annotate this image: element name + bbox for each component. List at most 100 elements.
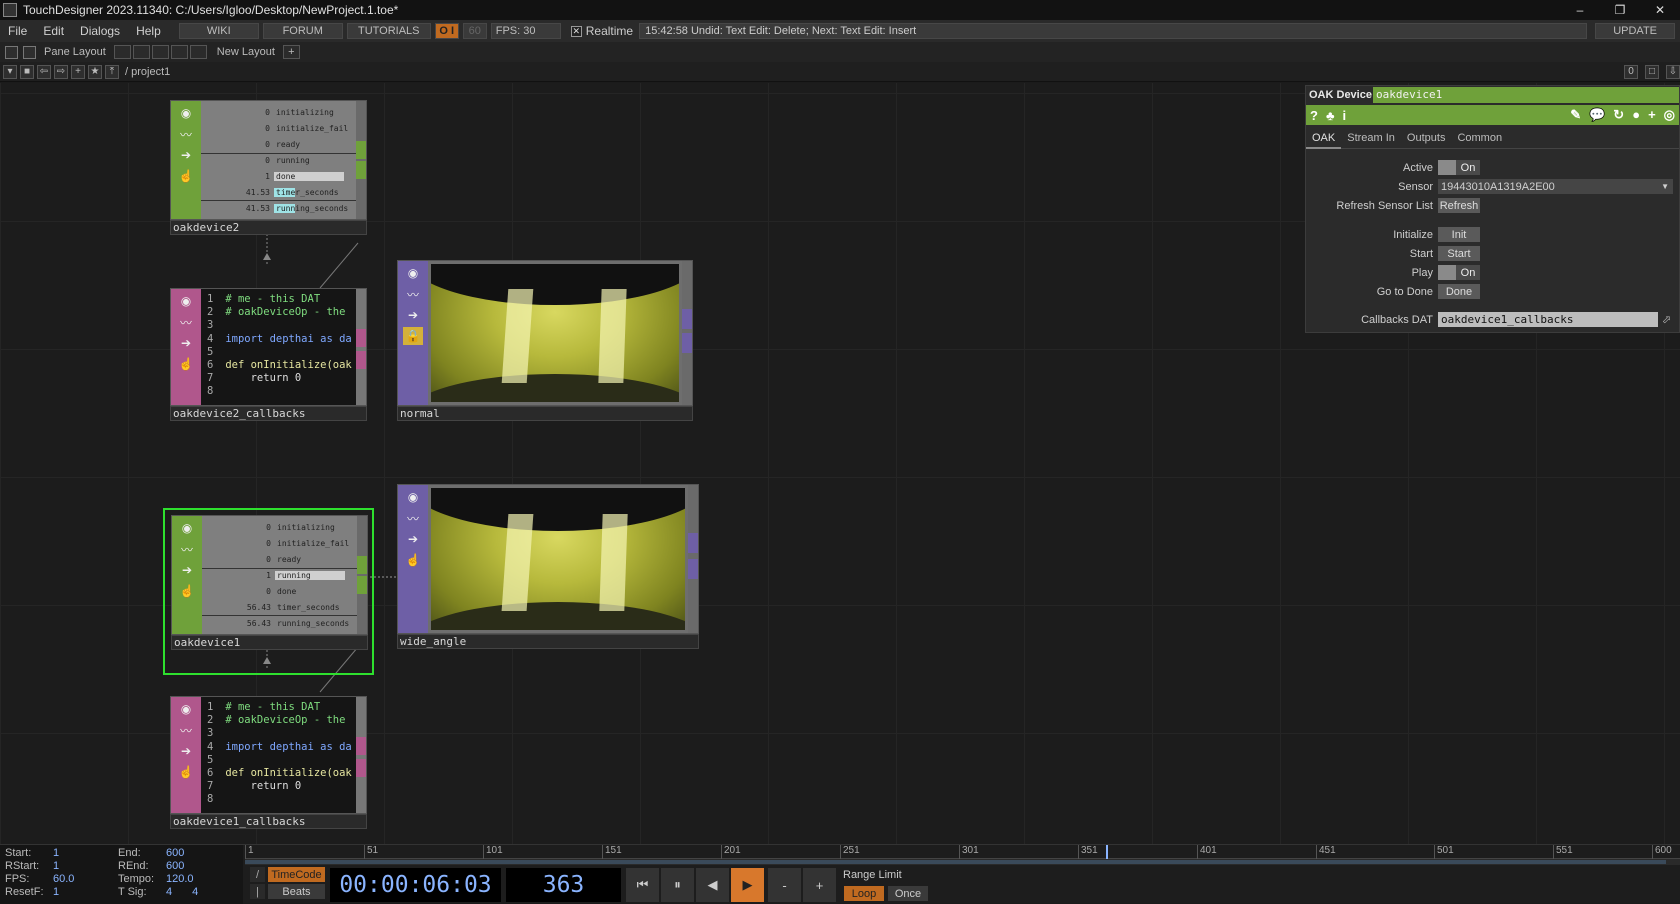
node-name[interactable]: wide_angle bbox=[397, 634, 699, 649]
menu-help[interactable]: Help bbox=[128, 24, 169, 38]
cook-icon[interactable]: 〰 bbox=[403, 285, 423, 303]
timeline-bar-icon[interactable]: | bbox=[250, 884, 265, 899]
timecode-display[interactable]: 00:00:06:03 bbox=[330, 868, 501, 902]
edit-icon[interactable]: ✎ bbox=[1570, 107, 1581, 123]
tab-outputs[interactable]: Outputs bbox=[1401, 127, 1452, 149]
comment-icon[interactable]: 💬 bbox=[1589, 107, 1605, 123]
tutorials-button[interactable]: TUTORIALS bbox=[346, 23, 431, 39]
viewer-icon[interactable]: ◉ bbox=[177, 519, 197, 537]
rstart-field[interactable]: 1 bbox=[53, 860, 59, 872]
parent-icon[interactable]: ⤒ bbox=[105, 64, 119, 79]
bypass-icon[interactable]: ☝ bbox=[177, 582, 197, 600]
export-icon[interactable]: ➔ bbox=[403, 530, 423, 548]
pick-op-icon[interactable]: ⬀ bbox=[1662, 313, 1671, 326]
close-button[interactable]: ✕ bbox=[1640, 0, 1680, 20]
rewind-button[interactable]: ⏮ bbox=[626, 868, 659, 902]
cook-icon[interactable]: 〰 bbox=[176, 721, 196, 739]
menu-file[interactable]: File bbox=[0, 24, 35, 38]
lock-icon[interactable]: 🔒 bbox=[403, 327, 423, 345]
tab-stream-in[interactable]: Stream In bbox=[1341, 127, 1401, 149]
layout-vsplit[interactable] bbox=[132, 45, 150, 59]
target-icon[interactable]: ◎ bbox=[1664, 107, 1675, 123]
play-forward-button[interactable]: ▶ bbox=[731, 868, 764, 902]
layout-single[interactable] bbox=[113, 45, 131, 59]
forward-icon[interactable]: ⇨ bbox=[54, 64, 68, 79]
export-icon[interactable]: ➔ bbox=[176, 742, 196, 760]
timeline-scrubber[interactable] bbox=[245, 859, 1680, 865]
resetf-field[interactable]: 1 bbox=[53, 886, 59, 898]
menu-dialogs[interactable]: Dialogs bbox=[72, 24, 128, 38]
node-name[interactable]: oakdevice1 bbox=[171, 635, 368, 650]
frame-display[interactable]: 363 bbox=[506, 868, 621, 902]
layout-four[interactable] bbox=[189, 45, 207, 59]
tempo-field[interactable]: 120.0 bbox=[166, 873, 194, 885]
node-name[interactable]: oakdevice2 bbox=[170, 220, 367, 235]
home-icon[interactable]: + bbox=[71, 64, 85, 79]
node-name[interactable]: normal bbox=[397, 406, 693, 421]
play-reverse-button[interactable]: ◀ bbox=[696, 868, 729, 902]
layout-hsplit[interactable] bbox=[151, 45, 169, 59]
op-name-field[interactable]: oakdevice1 bbox=[1373, 87, 1679, 103]
python-icon[interactable]: ● bbox=[1632, 107, 1640, 123]
cook-icon[interactable]: 〰 bbox=[177, 540, 197, 558]
maximize-pane-icon[interactable]: □ bbox=[1645, 64, 1659, 79]
help-icon[interactable]: ? bbox=[1310, 108, 1318, 123]
bypass-icon[interactable]: ☝ bbox=[176, 355, 196, 373]
bypass-icon[interactable]: ☝ bbox=[176, 763, 196, 781]
export-icon[interactable]: ➔ bbox=[403, 306, 423, 324]
dropdown-icon[interactable]: ▾ bbox=[3, 64, 17, 79]
rend-field[interactable]: 600 bbox=[166, 860, 184, 872]
once-button[interactable]: Once bbox=[888, 886, 928, 901]
node-name[interactable]: oakdevice2_callbacks bbox=[170, 406, 367, 421]
add-icon[interactable]: + bbox=[1648, 107, 1656, 123]
callbacks-dat-field[interactable]: oakdevice1_callbacks bbox=[1438, 312, 1658, 327]
node-normal[interactable]: ◉ 〰 ➔ 🔒 normal bbox=[397, 260, 693, 423]
done-button[interactable]: Done bbox=[1438, 284, 1480, 299]
bookmark-icon[interactable]: ★ bbox=[88, 64, 102, 79]
fps-field[interactable]: FPS: 30 bbox=[490, 23, 561, 39]
sensor-dropdown[interactable]: 19443010A1319A2E00 ▼ bbox=[1438, 179, 1673, 194]
pane-split-icon[interactable] bbox=[5, 45, 18, 59]
tab-common[interactable]: Common bbox=[1451, 127, 1508, 149]
network-path[interactable]: / project1 bbox=[125, 66, 170, 78]
playhead[interactable] bbox=[1106, 845, 1108, 859]
step-forward-button[interactable]: + bbox=[803, 868, 836, 902]
info-icon[interactable]: i bbox=[1342, 108, 1346, 123]
node-wide-angle[interactable]: ◉ 〰 ➔ ☝ wide_angle bbox=[397, 484, 699, 651]
wiki-button[interactable]: WIKI bbox=[178, 23, 259, 39]
start-button[interactable]: Start bbox=[1438, 246, 1480, 261]
perform-mode-button[interactable]: O I bbox=[434, 23, 459, 39]
active-toggle[interactable]: On bbox=[1438, 160, 1480, 175]
cook-icon[interactable]: 〰 bbox=[176, 313, 196, 331]
node-oakdevice2[interactable]: ◉ 〰 ➔ ☝ 0 initializing 0 initialize_fail 0… bbox=[170, 100, 367, 237]
timeline-toggle-icon[interactable]: / bbox=[250, 867, 265, 882]
node-oakdevice1-selected[interactable]: ◉ 〰 ➔ ☝ 0 initializing 0 initialize_fail 0… bbox=[163, 508, 374, 675]
realtime-checkbox[interactable]: ✕ bbox=[570, 25, 582, 37]
export-icon[interactable]: ➔ bbox=[176, 334, 196, 352]
beats-button[interactable]: Beats bbox=[268, 884, 325, 899]
back-icon[interactable]: ⇦ bbox=[37, 64, 51, 79]
fps-cap-button[interactable]: 60 bbox=[462, 23, 487, 39]
stop-icon[interactable]: ■ bbox=[20, 64, 34, 79]
node-oakdevice2-callbacks[interactable]: ◉ 〰 ➔ ☝ 1 # me - this DAT 2 # oakDeviceOp… bbox=[170, 288, 367, 423]
menu-edit[interactable]: Edit bbox=[35, 24, 72, 38]
tsig-numerator[interactable]: 4 bbox=[166, 886, 172, 898]
init-button[interactable]: Init bbox=[1438, 227, 1480, 242]
tab-oak[interactable]: OAK bbox=[1306, 127, 1342, 149]
loop-button[interactable]: Loop bbox=[844, 886, 884, 901]
viewer-icon[interactable]: ◉ bbox=[403, 264, 423, 282]
layout-three[interactable] bbox=[170, 45, 188, 59]
fps-value[interactable]: 60.0 bbox=[53, 873, 74, 885]
step-back-button[interactable]: - bbox=[768, 868, 801, 902]
forum-button[interactable]: FORUM bbox=[262, 23, 343, 39]
refresh-button[interactable]: Refresh bbox=[1438, 198, 1480, 213]
node-name[interactable]: oakdevice1_callbacks bbox=[170, 814, 367, 829]
update-button[interactable]: UPDATE bbox=[1595, 23, 1676, 39]
python-help-icon[interactable]: ♣ bbox=[1326, 108, 1335, 123]
add-layout-icon[interactable]: + bbox=[282, 45, 300, 59]
refresh-icon[interactable]: ↻ bbox=[1613, 107, 1624, 123]
node-oakdevice1-callbacks[interactable]: ◉ 〰 ➔ ☝ 1 # me - this DAT 2 # oakDeviceOp… bbox=[170, 696, 367, 831]
export-icon[interactable]: ➔ bbox=[176, 146, 196, 164]
pause-button[interactable]: ⏸ bbox=[661, 868, 694, 902]
end-field[interactable]: 600 bbox=[166, 847, 184, 859]
